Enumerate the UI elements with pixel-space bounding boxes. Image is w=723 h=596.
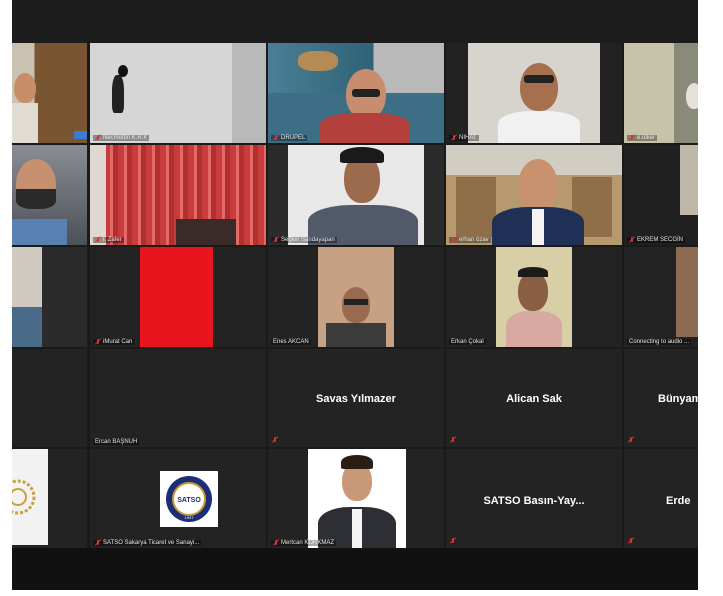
participant-name: Ercan BAŞNUH: [93, 439, 140, 445]
mic-muted-icon: [273, 135, 279, 141]
mic-muted-icon: [450, 538, 456, 544]
participant-tile[interactable]: Bünyamin: [624, 349, 698, 447]
participant-name: Connecting to audio ...: [627, 339, 692, 345]
participant-name: e.ülker: [627, 135, 658, 141]
participant-tile[interactable]: Mertcan KORKMAZ: [268, 449, 444, 548]
participant-name: SATSO Sakarya Ticaret ve Sanayi...: [93, 540, 202, 546]
participant-tile[interactable]: SATSO Basın-Yay...: [446, 449, 622, 548]
participant-tile[interactable]: DRUPEL: [268, 43, 444, 143]
video-conference-window: Necmettin K.R.K DRUPEL NIHAT e.ülker i. …: [12, 0, 698, 590]
top-bar: [12, 0, 698, 43]
mic-muted-icon: [95, 135, 101, 141]
participant-display-name: Alican Sak: [506, 393, 562, 405]
participant-name: Necmettin K.R.K: [93, 135, 150, 141]
participant-display-name: SATSO Basın-Yay...: [483, 495, 585, 507]
mic-muted-icon: [272, 437, 278, 443]
participant-tile[interactable]: Seğkin Sandayapan: [268, 145, 444, 245]
mic-muted-icon: [628, 437, 634, 443]
participant-tile[interactable]: Ercan BAŞNUH: [90, 349, 266, 447]
badge-icon: [74, 131, 87, 139]
mic-muted-icon: [95, 540, 101, 546]
participant-name: erhan özav: [449, 237, 491, 243]
logo-year: 1947: [185, 515, 195, 520]
participant-name: DRUPEL: [271, 135, 308, 141]
participant-tile[interactable]: [12, 449, 87, 548]
participant-tile[interactable]: [12, 43, 87, 143]
participant-tile[interactable]: Enes AKCAN: [268, 247, 444, 347]
mic-muted-icon: [451, 237, 457, 243]
participant-tile[interactable]: Savas Yılmazer: [268, 349, 444, 447]
participant-tile[interactable]: SATSO 1947 SATSO Sakarya Ticaret ve Sana…: [90, 449, 266, 548]
participant-tile[interactable]: Connecting to audio ...: [624, 247, 698, 347]
satso-logo-icon: SATSO 1947: [166, 476, 212, 522]
gallery-grid: Necmettin K.R.K DRUPEL NIHAT e.ülker i. …: [12, 43, 698, 548]
logo-text: SATSO: [177, 497, 201, 504]
participant-tile[interactable]: EKREM SECGİN: [624, 145, 698, 245]
mic-muted-icon: [273, 540, 279, 546]
bottom-bar: [12, 548, 698, 590]
participant-tile[interactable]: Erkan Çokal: [446, 247, 622, 347]
participant-display-name: Erde: [666, 495, 691, 507]
emblem-icon: [12, 479, 36, 515]
participant-display-name: Bünyamin: [658, 393, 698, 405]
mic-muted-icon: [451, 135, 457, 141]
participant-tile[interactable]: Alican Sak: [446, 349, 622, 447]
participant-tile[interactable]: [12, 247, 87, 347]
participant-tile[interactable]: Necmettin K.R.K: [90, 43, 266, 143]
participant-tile[interactable]: i. Zafer: [90, 145, 266, 245]
mic-muted-icon: [629, 237, 635, 243]
participant-tile[interactable]: [12, 145, 87, 245]
participant-tile[interactable]: iMurat Can: [90, 247, 266, 347]
mic-muted-icon: [273, 237, 279, 243]
participant-name: Mertcan KORKMAZ: [271, 540, 337, 546]
mic-muted-icon: [629, 135, 635, 141]
participant-display-name: Savas Yılmazer: [316, 393, 396, 405]
participant-name: i. Zafer: [93, 237, 124, 243]
participant-name: NIHAT: [449, 135, 479, 141]
mic-muted-icon: [95, 339, 101, 345]
participant-tile[interactable]: NIHAT: [446, 43, 622, 143]
mic-muted-icon: [628, 538, 634, 544]
red-video-frame: [140, 247, 213, 347]
mic-muted-icon: [450, 437, 456, 443]
mic-muted-icon: [95, 237, 101, 243]
participant-name: Erkan Çokal: [449, 339, 486, 345]
participant-name: Enes AKCAN: [271, 339, 311, 345]
participant-name: EKREM SECGİN: [627, 237, 686, 243]
participant-tile[interactable]: e.ülker: [624, 43, 698, 143]
participant-name: Seğkin Sandayapan: [271, 237, 337, 243]
participant-tile[interactable]: Erde: [624, 449, 698, 548]
participant-name: iMurat Can: [93, 339, 135, 345]
participant-tile[interactable]: [12, 349, 87, 447]
participant-tile[interactable]: erhan özav: [446, 145, 622, 245]
